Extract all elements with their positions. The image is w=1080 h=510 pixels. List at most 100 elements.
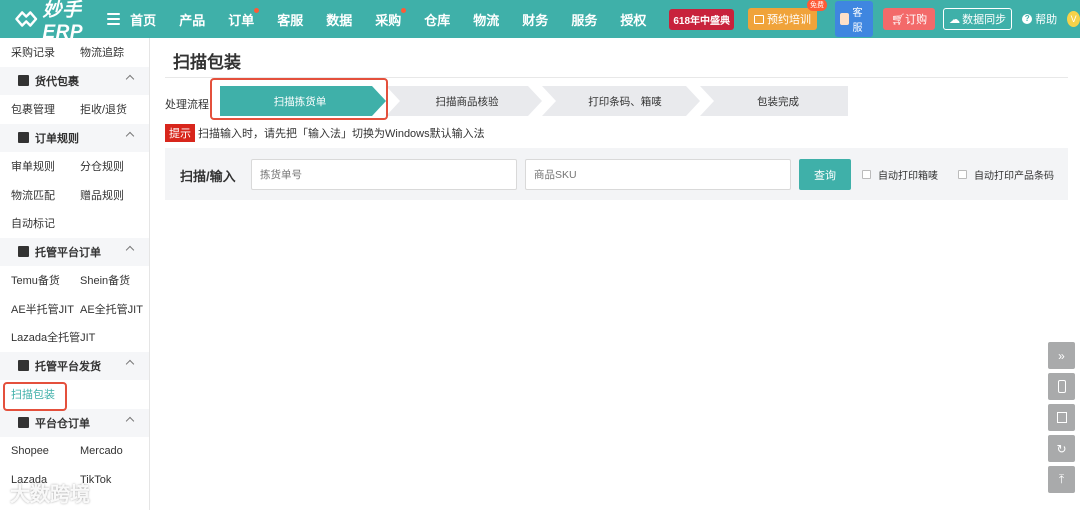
- sidebar-item[interactable]: Shein备货: [80, 272, 149, 288]
- sidebar-row: 包裹管理 拒收/退货: [0, 95, 149, 124]
- nav-item-label: 财务: [522, 12, 549, 28]
- checkbox-box[interactable]: [862, 170, 871, 179]
- user-avatar[interactable]: V: [1067, 11, 1080, 27]
- main-content: 扫描包装 处理流程: 扫描拣货单 扫描商品核验 打印条码、箱唛 包装完成 提示 …: [150, 38, 1080, 510]
- logo[interactable]: 妙手ERP: [0, 0, 107, 43]
- query-button[interactable]: 查询: [799, 159, 851, 190]
- nav-item-label: 采购: [375, 12, 402, 28]
- sidebar-group-header[interactable]: 货代包裹: [0, 66, 149, 95]
- nav-item-10[interactable]: 授权: [620, 10, 646, 29]
- nav-item-label: 仓库: [424, 12, 451, 28]
- calendar-icon: [754, 14, 765, 24]
- sidebar-group-title: 订单规则: [35, 132, 79, 145]
- checkbox-box[interactable]: [958, 170, 967, 179]
- sidebar-item[interactable]: Lazada全托管JIT: [11, 329, 95, 345]
- sidebar-item[interactable]: 赠品规则: [80, 187, 149, 203]
- product-sku-input[interactable]: [525, 159, 791, 190]
- step-pack-done: 包装完成: [757, 95, 799, 108]
- sidebar-item[interactable]: Mercado: [80, 445, 149, 457]
- menu-toggle-icon[interactable]: [107, 13, 121, 25]
- training-button[interactable]: 预约培训 免费: [748, 0, 828, 30]
- sidebar-item[interactable]: 自动标记: [11, 215, 80, 231]
- sidebar: 采购记录 物流追踪 货代包裹 包裹管理 拒收/退货 订单规则 审单规则 分仓规则 物流匹配赠…: [0, 38, 150, 510]
- nav-item-3[interactable]: 客服: [277, 10, 303, 29]
- sync-label: 数据同步: [962, 14, 1007, 26]
- nav-item-9[interactable]: 服务: [571, 10, 597, 29]
- chevron-up-icon[interactable]: [125, 245, 135, 254]
- promo-badge[interactable]: 618年中盛典: [669, 8, 735, 30]
- active-item-highlight: [3, 382, 67, 411]
- expand-icon[interactable]: »: [1048, 342, 1075, 369]
- active-step-highlight: [210, 78, 388, 120]
- logo-text: 妙手ERP: [42, 0, 84, 43]
- nav-item-5[interactable]: 采购: [375, 7, 407, 29]
- sidebar-item[interactable]: Temu备货: [11, 272, 80, 288]
- sidebar-row: Lazada全托管JIT: [0, 323, 149, 352]
- sidebar-row: 采购记录 物流追踪: [0, 38, 149, 67]
- customer-service-button[interactable]: 客服: [835, 1, 874, 37]
- chevron-up-icon[interactable]: [125, 359, 135, 368]
- main-nav: 首页 产品 订单 客服 数据 采购 仓库 物流 财务 服务 授权: [130, 7, 669, 29]
- refresh-icon[interactable]: ↻: [1048, 435, 1075, 462]
- nav-item-label: 数据: [326, 12, 353, 28]
- nav-item-label: 产品: [179, 12, 206, 28]
- nav-item-label: 授权: [620, 12, 647, 28]
- top-navbar: 妙手ERP 首页 产品 订单 客服 数据 采购 仓库 物流 财务 服务 授权 618年中盛典 预约培…: [0, 0, 1080, 43]
- auto-print-box-label-checkbox[interactable]: 自动打印箱唛: [862, 167, 938, 182]
- nav-item-label: 客服: [277, 12, 304, 28]
- free-tag: 免费: [807, 0, 828, 11]
- chevron-up-icon[interactable]: [125, 131, 135, 140]
- sidebar-item[interactable]: AE全托管JIT: [80, 301, 149, 317]
- sidebar-row: AE半托管JIT AE全托管JIT: [0, 295, 149, 324]
- tip-text: 扫描输入时，请先把「输入法」切换为Windows默认输入法: [198, 128, 485, 140]
- sidebar-group-title: 平台仓订单: [35, 417, 90, 430]
- watermark: 大数跨境: [10, 484, 90, 506]
- data-sync-button[interactable]: ☁ 数据同步: [943, 8, 1013, 30]
- nav-item-label: 首页: [130, 12, 157, 28]
- nav-item-0[interactable]: 首页: [130, 10, 156, 29]
- nav-item-4[interactable]: 数据: [326, 10, 352, 29]
- chevron-up-icon[interactable]: [125, 416, 135, 425]
- nav-item-8[interactable]: 财务: [522, 10, 548, 29]
- sidebar-group-header[interactable]: 平台仓订单: [0, 408, 149, 437]
- question-icon: ?: [1022, 14, 1033, 24]
- sidebar-item[interactable]: 物流匹配: [11, 187, 80, 203]
- flow-label: 处理流程:: [165, 99, 213, 111]
- service-label: 客服: [852, 8, 863, 34]
- nav-item-6[interactable]: 仓库: [424, 10, 450, 29]
- nav-item-label: 订单: [228, 12, 255, 28]
- help-link[interactable]: ? 帮助: [1022, 11, 1057, 27]
- nav-item-label: 服务: [571, 12, 598, 28]
- logo-icon: [15, 11, 38, 27]
- sidebar-group-header[interactable]: 托管平台订单: [0, 237, 149, 266]
- sidebar-item[interactable]: Shopee: [11, 445, 80, 457]
- mobile-icon[interactable]: [1048, 373, 1075, 400]
- note-icon[interactable]: [1048, 404, 1075, 431]
- sidebar-item[interactable]: 分仓规则: [80, 158, 149, 174]
- sidebar-item[interactable]: TikTok: [80, 474, 149, 486]
- sidebar-item[interactable]: 拒收/退货: [80, 101, 149, 117]
- checkbox-label: 自动打印产品条码: [974, 171, 1054, 182]
- service-avatar-icon: [840, 13, 850, 25]
- checkbox-label: 自动打印箱唛: [878, 171, 938, 182]
- picklist-number-input[interactable]: [251, 159, 517, 190]
- sidebar-group-header[interactable]: 托管平台发货: [0, 351, 149, 380]
- nav-item-1[interactable]: 产品: [179, 10, 205, 29]
- order-button[interactable]: 🛒︎订购: [883, 8, 936, 30]
- chevron-up-icon[interactable]: [125, 74, 135, 83]
- auto-print-barcode-checkbox[interactable]: 自动打印产品条码: [958, 167, 1054, 182]
- scan-label: 扫描/输入: [180, 169, 236, 184]
- sidebar-item-purchase-records[interactable]: 采购记录: [11, 44, 80, 60]
- nav-item-7[interactable]: 物流: [473, 10, 499, 29]
- nav-item-label: 物流: [473, 12, 500, 28]
- cloud-icon: ☁: [949, 13, 961, 26]
- sidebar-item[interactable]: 包裹管理: [11, 101, 80, 117]
- sidebar-item[interactable]: 审单规则: [11, 158, 80, 174]
- back-to-top-icon[interactable]: ⤒: [1048, 466, 1075, 493]
- sidebar-group-header[interactable]: 订单规则: [0, 123, 149, 152]
- sidebar-item[interactable]: AE半托管JIT: [11, 301, 80, 317]
- sidebar-item-logistics-tracking[interactable]: 物流追踪: [80, 44, 149, 60]
- sidebar-group-title: 托管平台发货: [35, 360, 101, 373]
- sidebar-row: Shopee Mercado: [0, 437, 149, 466]
- nav-item-2[interactable]: 订单: [228, 7, 260, 29]
